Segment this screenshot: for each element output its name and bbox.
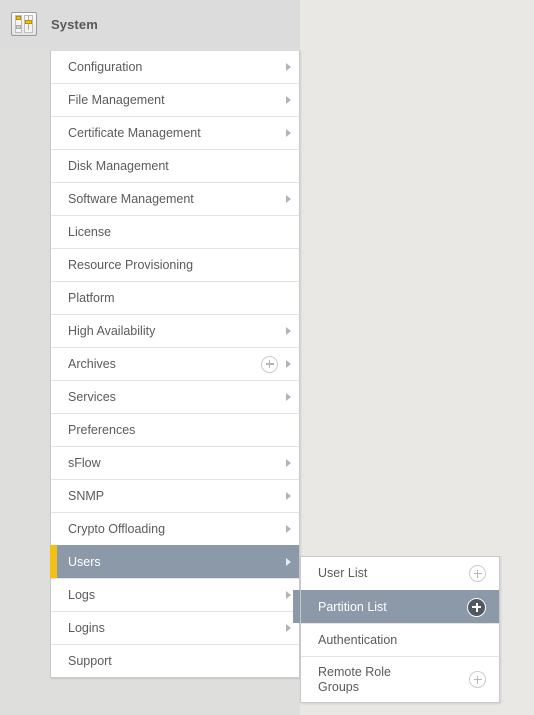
menu-item-label: SNMP bbox=[68, 489, 105, 503]
submenu-item-label: User List bbox=[318, 566, 368, 580]
menu-item-label: High Availability bbox=[68, 324, 156, 338]
plus-circle-icon[interactable] bbox=[469, 565, 486, 582]
menu-item-logins[interactable]: Logins bbox=[51, 611, 299, 644]
menu-item-label: Logins bbox=[68, 621, 105, 635]
module-header: System bbox=[0, 0, 300, 48]
menu-item-label: Services bbox=[68, 390, 116, 404]
menu-item-crypto-offloading[interactable]: Crypto Offloading bbox=[51, 512, 299, 545]
plus-circle-icon[interactable] bbox=[469, 671, 486, 688]
menu-item-label: Disk Management bbox=[68, 159, 169, 173]
menu-item-archives[interactable]: Archives bbox=[51, 347, 299, 380]
chevron-right-icon bbox=[286, 195, 291, 203]
menu-item-logs[interactable]: Logs bbox=[51, 578, 299, 611]
menu-item-sflow[interactable]: sFlow bbox=[51, 446, 299, 479]
plus-circle-icon[interactable] bbox=[467, 597, 486, 617]
chevron-right-icon bbox=[286, 327, 291, 335]
menu-item-certificate-management[interactable]: Certificate Management bbox=[51, 116, 299, 149]
chevron-right-icon bbox=[286, 393, 291, 401]
menu-item-label: Users bbox=[68, 555, 101, 569]
menu-item-label: Archives bbox=[68, 357, 116, 371]
menu-item-configuration[interactable]: Configuration bbox=[51, 50, 299, 83]
menu-item-label: Configuration bbox=[68, 60, 143, 74]
submenu-item-authentication[interactable]: Authentication bbox=[301, 623, 499, 656]
menu-item-resource-provisioning[interactable]: Resource Provisioning bbox=[51, 248, 299, 281]
chevron-right-icon bbox=[286, 63, 291, 71]
submenu-item-label: Remote Role Groups bbox=[318, 664, 391, 694]
menu-item-software-management[interactable]: Software Management bbox=[51, 182, 299, 215]
chevron-right-icon bbox=[286, 525, 291, 533]
system-menu: Configuration File Management Certificate … bbox=[50, 50, 300, 678]
menu-item-label: Software Management bbox=[68, 192, 194, 206]
menu-item-label: Platform bbox=[68, 291, 115, 305]
menu-item-label: sFlow bbox=[68, 456, 101, 470]
menu-item-license[interactable]: License bbox=[51, 215, 299, 248]
submenu-item-user-list[interactable]: User List bbox=[301, 557, 499, 590]
chevron-right-icon bbox=[286, 558, 291, 566]
submenu-item-partition-list[interactable]: Partition List bbox=[301, 590, 499, 623]
menu-item-label: Crypto Offloading bbox=[68, 522, 166, 536]
menu-item-label: File Management bbox=[68, 93, 165, 107]
menu-item-label: Certificate Management bbox=[68, 126, 201, 140]
menu-item-preferences[interactable]: Preferences bbox=[51, 413, 299, 446]
plus-circle-icon[interactable] bbox=[261, 355, 278, 373]
selection-indicator bbox=[50, 545, 57, 579]
menu-item-support[interactable]: Support bbox=[51, 644, 299, 677]
system-sliders-icon bbox=[11, 12, 37, 36]
menu-item-disk-management[interactable]: Disk Management bbox=[51, 149, 299, 182]
menu-item-label: Resource Provisioning bbox=[68, 258, 194, 272]
submenu-item-label: Authentication bbox=[318, 632, 398, 647]
chevron-right-icon bbox=[286, 591, 291, 599]
menu-item-file-management[interactable]: File Management bbox=[51, 83, 299, 116]
chevron-right-icon bbox=[286, 360, 291, 368]
menu-item-platform[interactable]: Platform bbox=[51, 281, 299, 314]
menu-item-services[interactable]: Services bbox=[51, 380, 299, 413]
chevron-right-icon bbox=[286, 492, 291, 500]
chevron-right-icon bbox=[286, 624, 291, 632]
page-title: System bbox=[51, 16, 98, 32]
submenu-item-remote-role-groups[interactable]: Remote Role Groups bbox=[301, 656, 499, 702]
menu-item-high-availability[interactable]: High Availability bbox=[51, 314, 299, 347]
chevron-right-icon bbox=[286, 129, 291, 137]
menu-item-label: Logs bbox=[68, 588, 96, 602]
submenu-item-label: Partition List bbox=[318, 599, 387, 614]
menu-item-label: Support bbox=[68, 654, 112, 668]
menu-item-snmp[interactable]: SNMP bbox=[51, 479, 299, 512]
menu-item-label: Preferences bbox=[68, 423, 136, 437]
chevron-right-icon bbox=[286, 459, 291, 467]
chevron-right-icon bbox=[286, 96, 291, 104]
menu-item-label: License bbox=[68, 225, 112, 239]
users-submenu: User List Partition List Authentication Rem… bbox=[300, 556, 500, 703]
menu-item-users[interactable]: Users bbox=[50, 545, 299, 579]
